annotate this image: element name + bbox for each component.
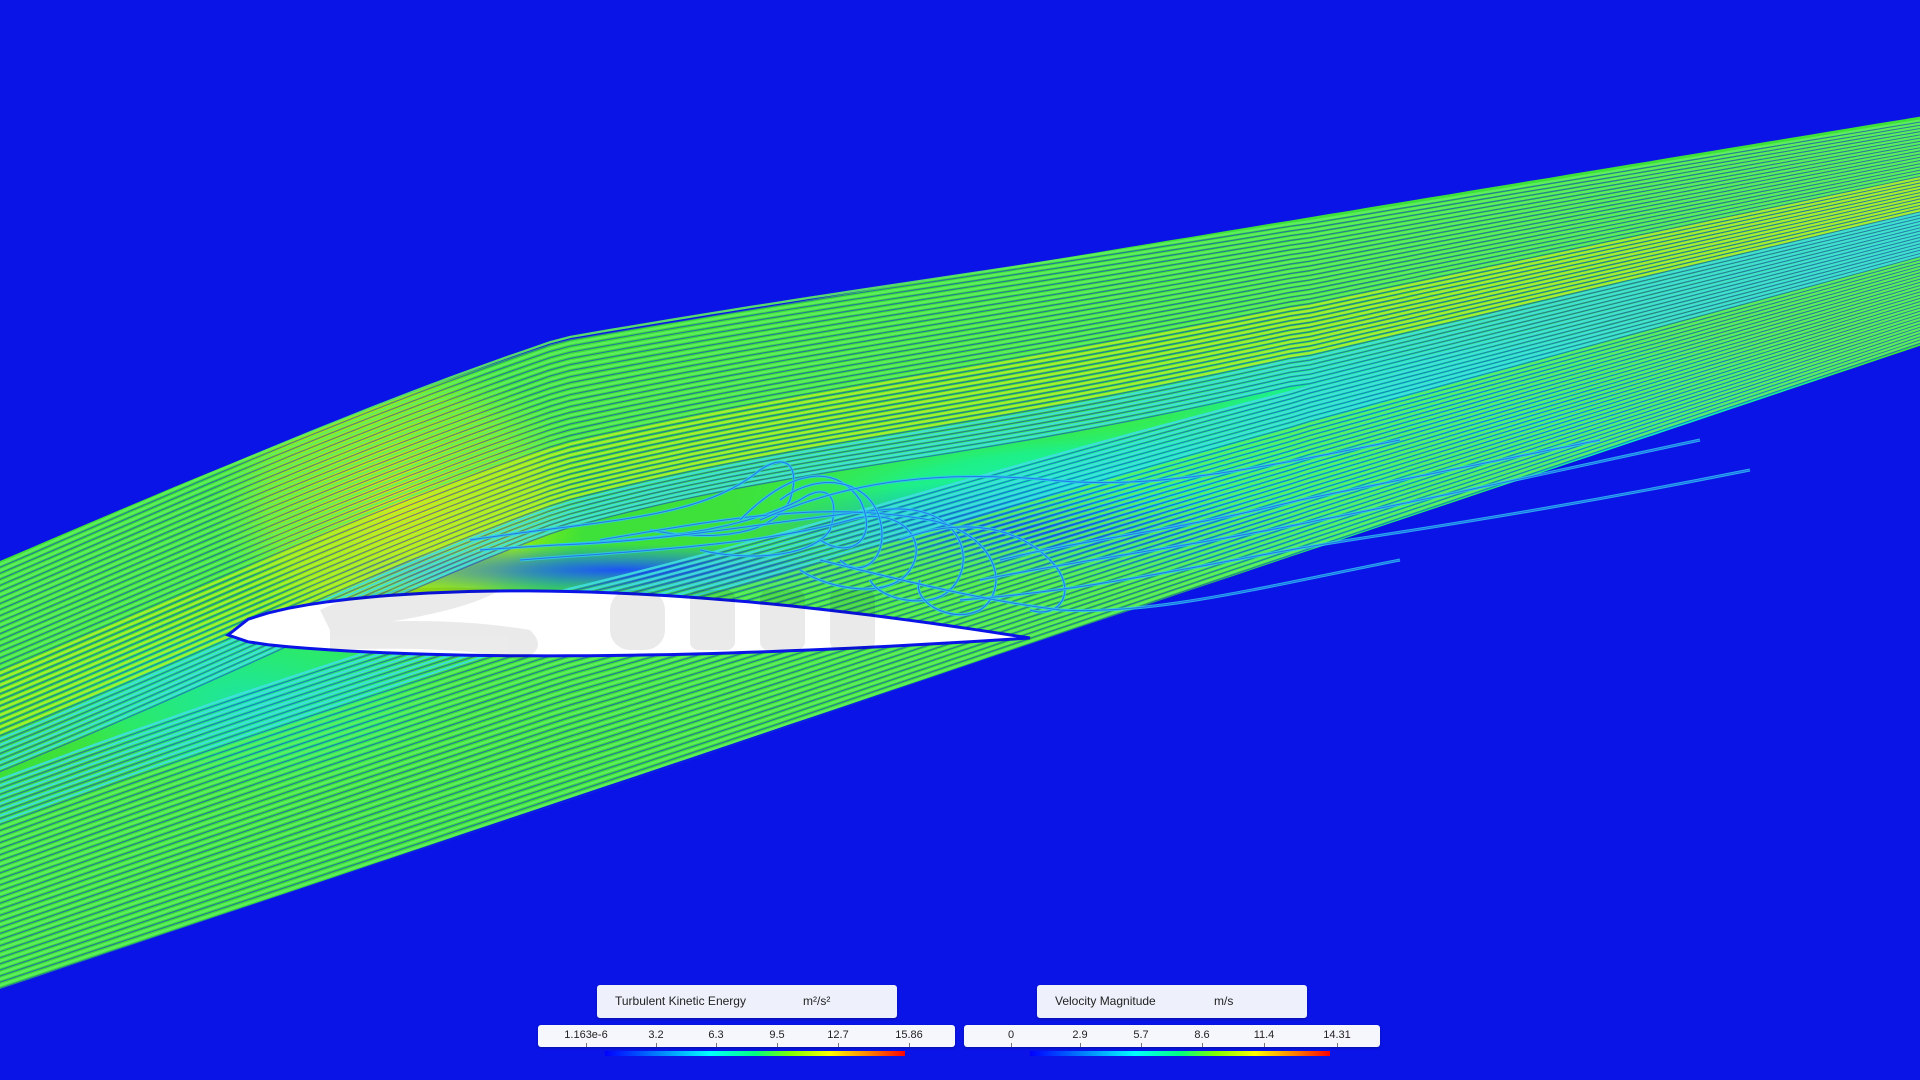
legend-tick-label: 0: [1007, 1029, 1015, 1041]
legend-tick-mark: [1141, 1043, 1142, 1047]
legend-tick-label: 8.6: [1194, 1029, 1210, 1041]
legend-tick-mark: [777, 1043, 778, 1047]
legend-tick-mark: [1080, 1043, 1081, 1047]
tke-legend-unit: m²/s²: [803, 994, 831, 1008]
legend-tick-mark: [716, 1043, 717, 1047]
velocity-colorbar: [1030, 1051, 1330, 1056]
legend-tick-mark: [586, 1043, 587, 1047]
legend-tick-label: 14.31: [1323, 1029, 1351, 1041]
velocity-legend-ticks: 0 2.9 5.7 8.6 11.4 14.31: [964, 1025, 1380, 1047]
legend-tick-mark: [838, 1043, 839, 1047]
tke-legend-title: Turbulent Kinetic Energy: [615, 994, 746, 1008]
legend-tick-mark: [1337, 1043, 1338, 1047]
legend-tick-mark: [909, 1043, 910, 1047]
velocity-legend-header: Velocity Magnitude m/s: [1037, 985, 1307, 1018]
streamlines: [0, 119, 1920, 989]
flow-visualization: [0, 0, 1920, 1080]
legend-tick-label: 9.5: [769, 1029, 785, 1041]
tke-legend-ticks: 1.163e-6 3.2 6.3 9.5 12.7 15.86: [538, 1025, 955, 1047]
velocity-legend-unit: m/s: [1214, 994, 1234, 1008]
simulation-viewport[interactable]: Turbulent Kinetic Energy m²/s² 1.163e-6 3…: [0, 0, 1920, 1080]
velocity-legend-title: Velocity Magnitude: [1055, 994, 1156, 1008]
legend-tick-label: 5.7: [1133, 1029, 1149, 1041]
tke-legend-header: Turbulent Kinetic Energy m²/s²: [597, 985, 897, 1018]
legend-tick-mark: [656, 1043, 657, 1047]
tke-colorbar: [605, 1051, 905, 1056]
legend-tick-label: 12.7: [827, 1029, 849, 1041]
legend-tick-label: 11.4: [1253, 1029, 1275, 1041]
legend-tick-label: 15.86: [895, 1029, 923, 1041]
legend-tick-mark: [1011, 1043, 1012, 1047]
legend-tick-mark: [1264, 1043, 1265, 1047]
legend-tick-label: 3.2: [648, 1029, 664, 1041]
legend-tick-mark: [1202, 1043, 1203, 1047]
legend-tick-label: 2.9: [1072, 1029, 1088, 1041]
legend-tick-label: 6.3: [708, 1029, 724, 1041]
legend-tick-label: 1.163e-6: [564, 1029, 608, 1041]
